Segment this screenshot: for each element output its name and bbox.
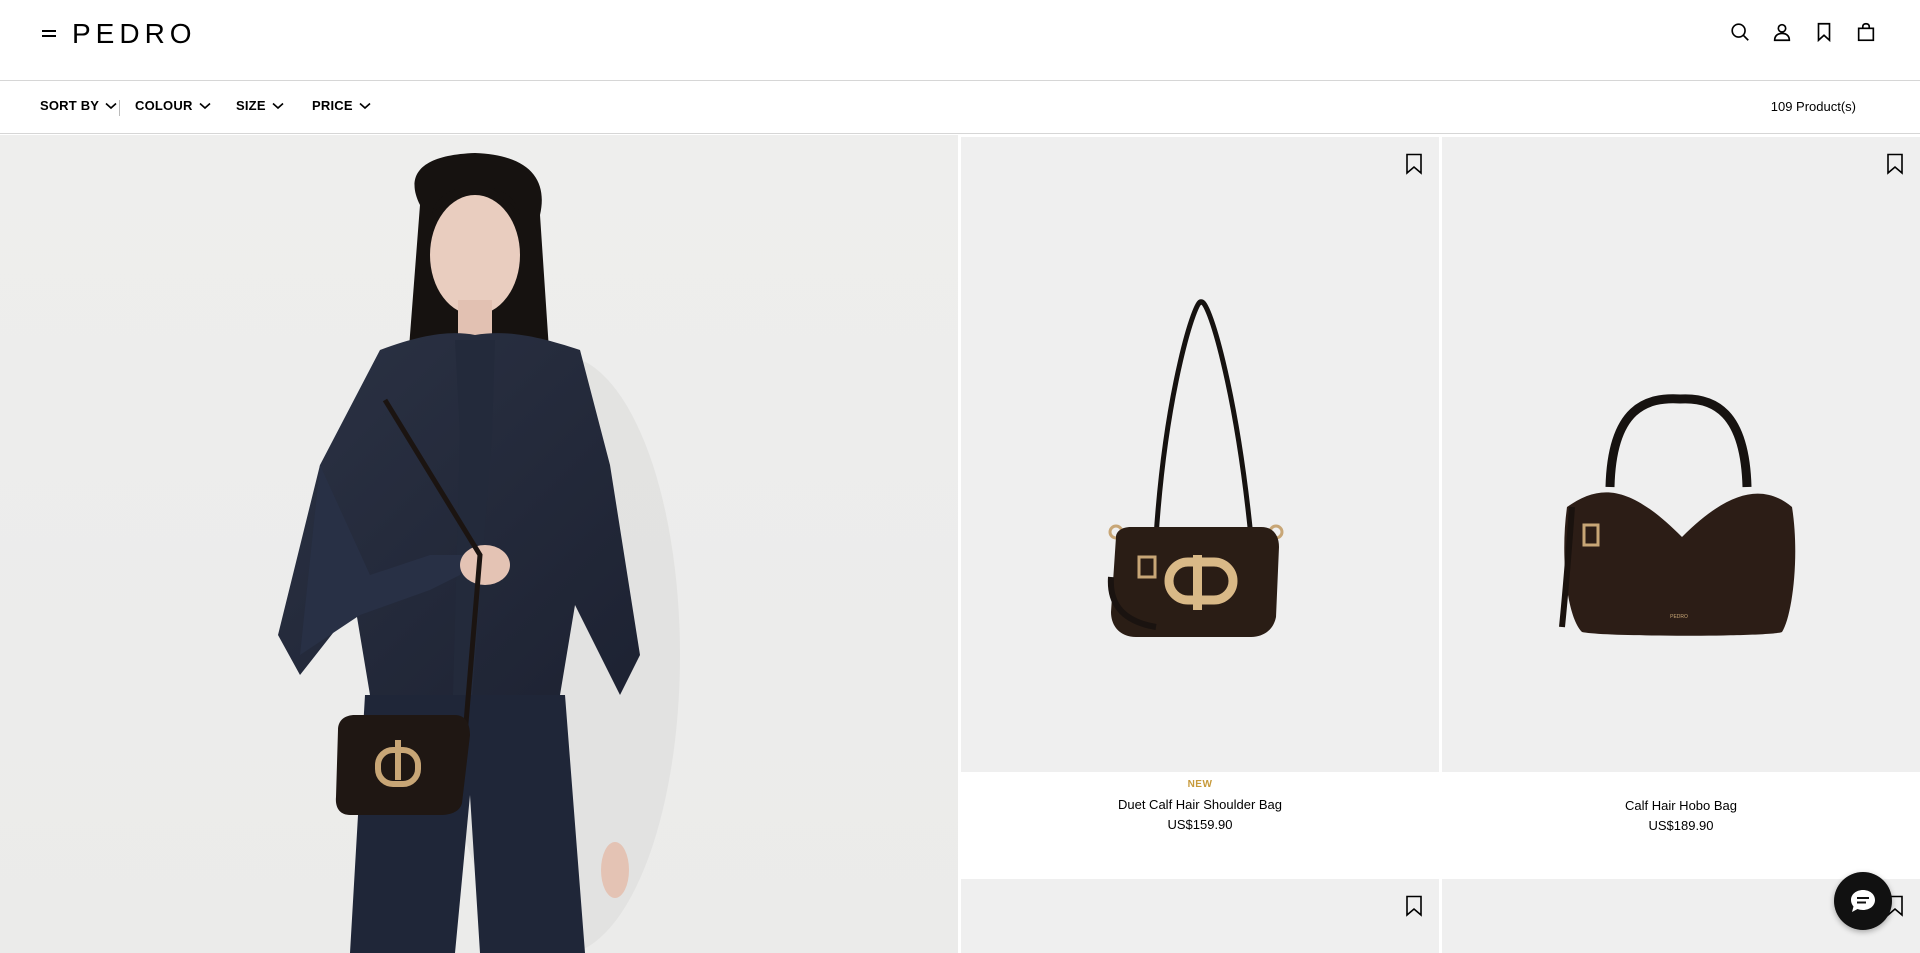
product-info: NEW Duet Calf Hair Shoulder Bag US$159.9… [961, 779, 1439, 832]
product-card[interactable] [961, 879, 1439, 953]
bookmark-icon[interactable] [1812, 20, 1836, 44]
shoulder-bag-illustration [1107, 299, 1284, 637]
price-label: PRICE [312, 98, 353, 113]
chevron-down-icon [359, 102, 371, 109]
chat-button[interactable] [1834, 872, 1892, 930]
svg-text:PEDRO: PEDRO [1670, 614, 1688, 620]
product-card[interactable]: NEW Duet Calf Hair Shoulder Bag US$159.9… [961, 137, 1439, 877]
brand-logo[interactable]: PEDRO [72, 17, 197, 51]
bookmark-icon[interactable] [1886, 153, 1904, 175]
product-info: Calf Hair Hobo Bag US$189.90 [1442, 794, 1920, 833]
user-icon[interactable] [1770, 20, 1794, 44]
chevron-down-icon [198, 102, 211, 109]
chat-icon [1851, 890, 1875, 912]
bookmark-icon[interactable] [1405, 153, 1423, 175]
price-filter[interactable]: PRICE [312, 98, 371, 113]
product-card[interactable]: PEDRO Calf Hair Hobo Bag US$189.90 [1442, 137, 1920, 877]
colour-label: COLOUR [135, 98, 193, 113]
product-image[interactable] [961, 879, 1439, 953]
hobo-bag-illustration: PEDRO [1559, 394, 1796, 636]
product-name[interactable]: Calf Hair Hobo Bag [1442, 798, 1920, 813]
shopping-bag-icon[interactable] [1854, 20, 1878, 44]
product-count: 109 Product(s) [1770, 99, 1856, 114]
product-name[interactable]: Duet Calf Hair Shoulder Bag [961, 797, 1439, 812]
product-image[interactable] [961, 137, 1439, 772]
colour-filter[interactable]: COLOUR [135, 98, 211, 113]
header-icons [1728, 20, 1878, 44]
menu-icon[interactable] [42, 27, 58, 39]
bookmark-icon[interactable] [1405, 895, 1423, 917]
site-header: PEDRO [0, 0, 1920, 81]
product-price: US$189.90 [1648, 818, 1714, 833]
filter-bar: SORT BY COLOUR SIZE PRICE 109 Product(s) [0, 82, 1920, 134]
search-icon[interactable] [1728, 20, 1752, 44]
filter-divider [119, 100, 120, 116]
new-badge: NEW [1187, 779, 1213, 790]
size-label: SIZE [236, 98, 266, 113]
size-filter[interactable]: SIZE [236, 98, 284, 113]
sort-by-label: SORT BY [40, 98, 100, 113]
campaign-hero-image[interactable] [0, 135, 958, 953]
chevron-down-icon [272, 102, 284, 109]
product-image[interactable]: PEDRO [1442, 137, 1920, 772]
chevron-down-icon [105, 102, 117, 109]
sort-by-dropdown[interactable]: SORT BY [40, 98, 117, 113]
product-price: US$159.90 [1167, 817, 1233, 832]
